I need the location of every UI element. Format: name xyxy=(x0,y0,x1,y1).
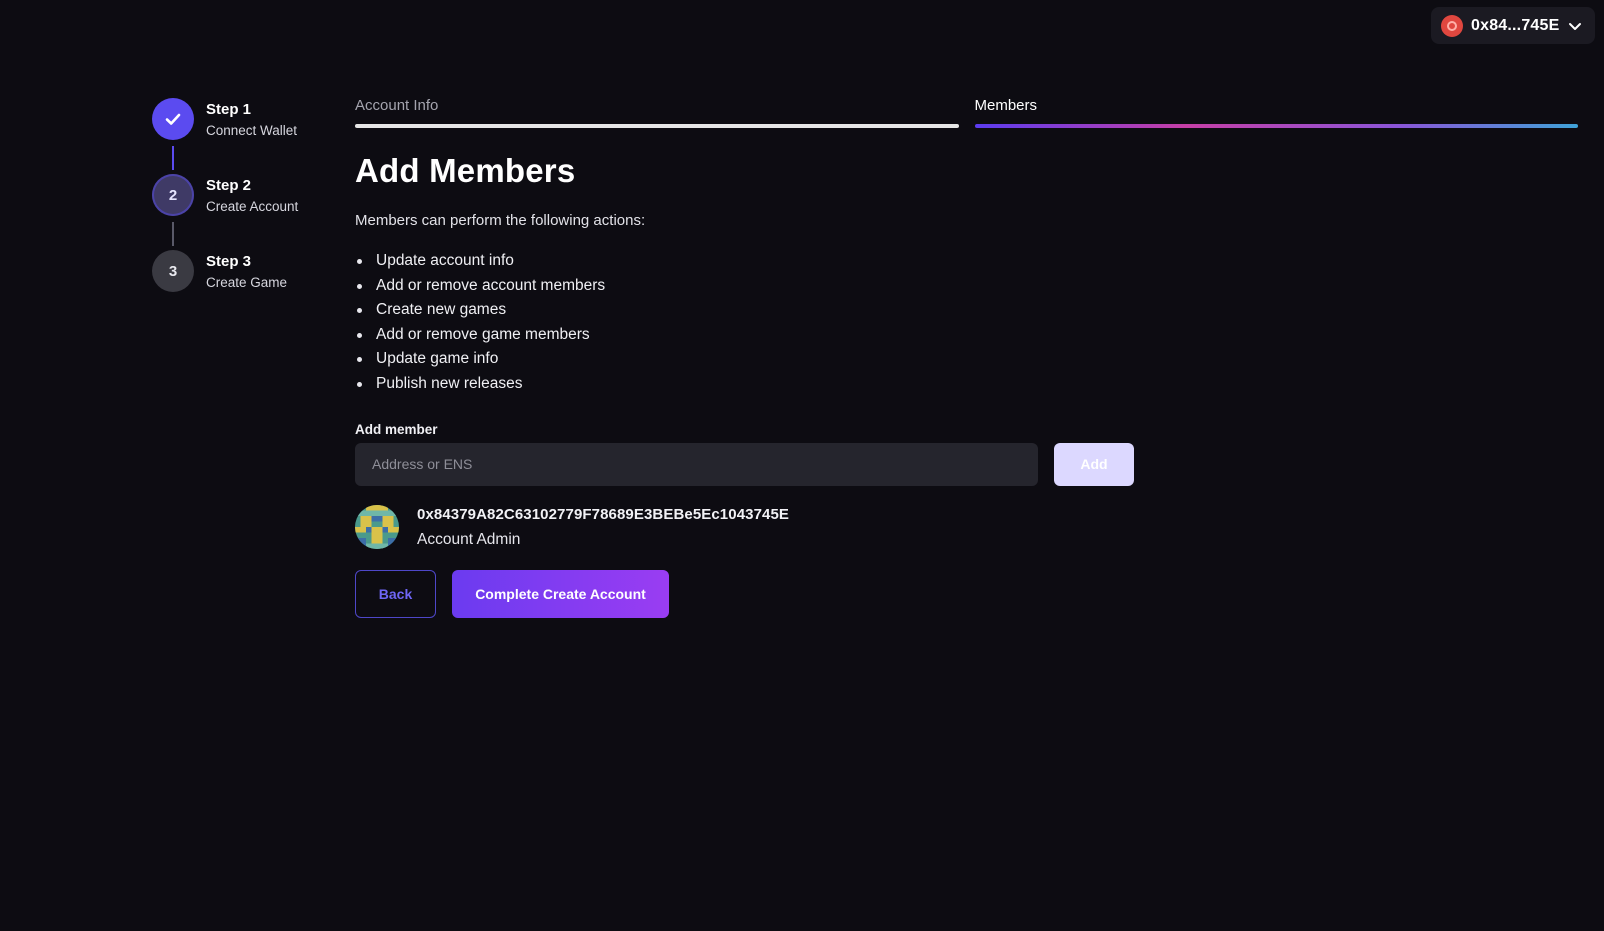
list-item: Publish new releases xyxy=(355,372,1578,397)
main-content: Account Info Members Add Members Members… xyxy=(355,96,1578,618)
step-complete-check-icon xyxy=(152,98,194,140)
tab-progress-bar xyxy=(974,124,1578,128)
tab-account-info[interactable]: Account Info xyxy=(355,96,959,128)
list-item: Add or remove game members xyxy=(355,323,1578,348)
step-connector xyxy=(172,146,174,170)
back-button[interactable]: Back xyxy=(355,569,436,618)
add-member-button[interactable]: Add xyxy=(1054,442,1134,486)
tab-progress-bar xyxy=(355,124,959,128)
form-actions: Back Complete Create Account xyxy=(355,569,1578,618)
add-member-label: Add member xyxy=(355,421,438,437)
step-subtitle: Connect Wallet xyxy=(206,123,298,138)
check-icon xyxy=(165,113,181,125)
progress-stepper: Step 1 Connect Wallet 2 Step 2 Create Ac… xyxy=(152,98,332,326)
list-item: Update account info xyxy=(355,249,1578,274)
complete-create-account-button[interactable]: Complete Create Account xyxy=(452,569,669,618)
wallet-address: 0x84...745E xyxy=(1471,16,1560,34)
step-number: 2 xyxy=(152,174,194,216)
step-number: 3 xyxy=(152,250,194,292)
step-title: Step 3 xyxy=(206,253,252,270)
step-subtitle: Create Account xyxy=(206,199,299,214)
member-identicon-icon xyxy=(355,504,399,549)
wallet-avatar-icon xyxy=(1441,14,1463,37)
permissions-description: Members can perform the following action… xyxy=(355,212,646,229)
list-item: Create new games xyxy=(355,298,1578,323)
page: 0x84...745E Step 1 Connect Wallet 2 Step… xyxy=(0,0,1604,931)
page-title: Add Members xyxy=(355,152,576,189)
form-tabs: Account Info Members xyxy=(355,96,1578,128)
step-subtitle: Create Game xyxy=(206,275,288,290)
add-member-row: Add xyxy=(355,442,1578,486)
step-create-game: 3 Step 3 Create Game xyxy=(152,250,332,326)
step-connect-wallet: Step 1 Connect Wallet xyxy=(152,98,332,174)
step-create-account: 2 Step 2 Create Account xyxy=(152,174,332,250)
permissions-list: Update account info Add or remove accoun… xyxy=(355,249,1578,397)
step-title: Step 2 xyxy=(206,177,252,194)
step-title: Step 1 xyxy=(206,101,252,118)
list-item: Add or remove account members xyxy=(355,274,1578,299)
member-row: 0x84379A82C63102779F78689E3BEBe5Ec104374… xyxy=(355,504,1578,550)
tab-members[interactable]: Members xyxy=(974,96,1578,128)
member-address: 0x84379A82C63102779F78689E3BEBe5Ec104374… xyxy=(417,505,790,523)
tab-label: Account Info xyxy=(355,97,439,114)
step-connector xyxy=(172,222,174,246)
list-item: Update game info xyxy=(355,347,1578,372)
address-input[interactable] xyxy=(355,442,1038,486)
chevron-down-icon xyxy=(1568,22,1581,30)
member-role: Account Admin xyxy=(417,530,521,548)
wallet-menu-button[interactable]: 0x84...745E xyxy=(1431,7,1595,44)
tab-label: Members xyxy=(974,97,1038,114)
